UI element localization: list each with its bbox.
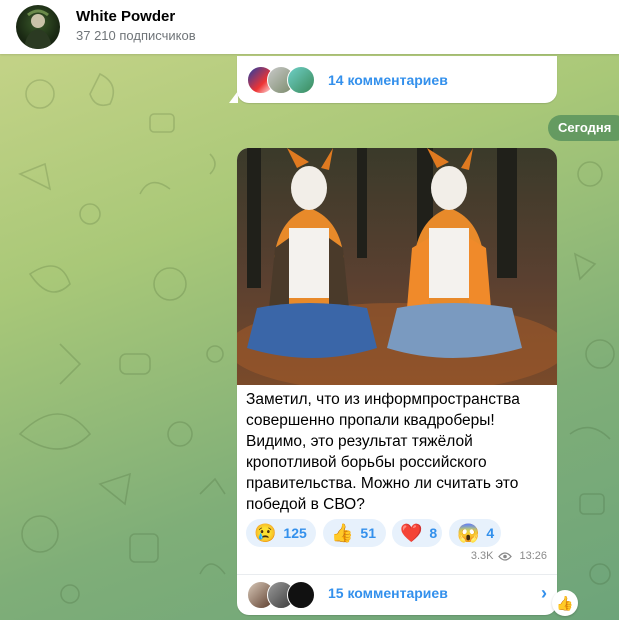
heart-icon: ❤️ — [400, 523, 423, 543]
post-time: 13:26 — [519, 550, 547, 562]
quick-reaction-button[interactable]: 👍 — [552, 590, 578, 616]
reaction-heart[interactable]: ❤️ 8 — [392, 519, 442, 547]
previous-post-comments-bar[interactable]: 14 комментариев — [237, 56, 557, 103]
reaction-thumbs-up[interactable]: 👍 51 — [323, 519, 386, 547]
reaction-screaming[interactable]: 😱 4 — [449, 519, 501, 547]
channel-post: Заметил, что из информпространства совер… — [237, 148, 557, 615]
subscriber-count: 37 210 подписчиков — [76, 28, 196, 43]
comments-link[interactable]: 15 комментариев — [328, 585, 448, 601]
crying-face-icon: 😢 — [254, 523, 277, 543]
commenter-avatars — [247, 581, 327, 609]
comments-link[interactable]: 14 комментариев — [328, 72, 448, 88]
reaction-count: 125 — [283, 525, 307, 541]
thumbs-up-icon: 👍 — [556, 595, 574, 611]
reactions-bar: 😢 125 👍 51 ❤️ 8 😱 4 — [246, 519, 546, 549]
thumbs-up-icon: 👍 — [331, 523, 354, 543]
commenter-avatar — [287, 581, 315, 609]
screaming-face-icon: 😱 — [457, 523, 480, 543]
reaction-count: 8 — [429, 525, 438, 541]
chat-header[interactable]: White Powder 37 210 подписчиков — [0, 0, 619, 54]
commenter-avatars — [247, 66, 327, 94]
reaction-crying[interactable]: 😢 125 — [246, 519, 316, 547]
post-comments-bar[interactable]: 15 комментариев › — [237, 575, 557, 615]
channel-title[interactable]: White Powder — [76, 8, 175, 25]
eye-icon — [498, 551, 513, 561]
chevron-right-icon[interactable]: › — [541, 583, 547, 604]
commenter-avatar — [287, 66, 315, 94]
post-meta: 3.3K 13:26 — [471, 550, 547, 562]
reaction-count: 51 — [360, 525, 376, 541]
channel-avatar[interactable] — [16, 5, 60, 49]
post-text: Заметил, что из информпространства совер… — [246, 391, 520, 513]
date-separator: Сегодня — [548, 115, 619, 141]
view-count: 3.3K — [470, 550, 494, 562]
reaction-count: 4 — [486, 525, 495, 541]
post-photo[interactable] — [237, 148, 557, 385]
